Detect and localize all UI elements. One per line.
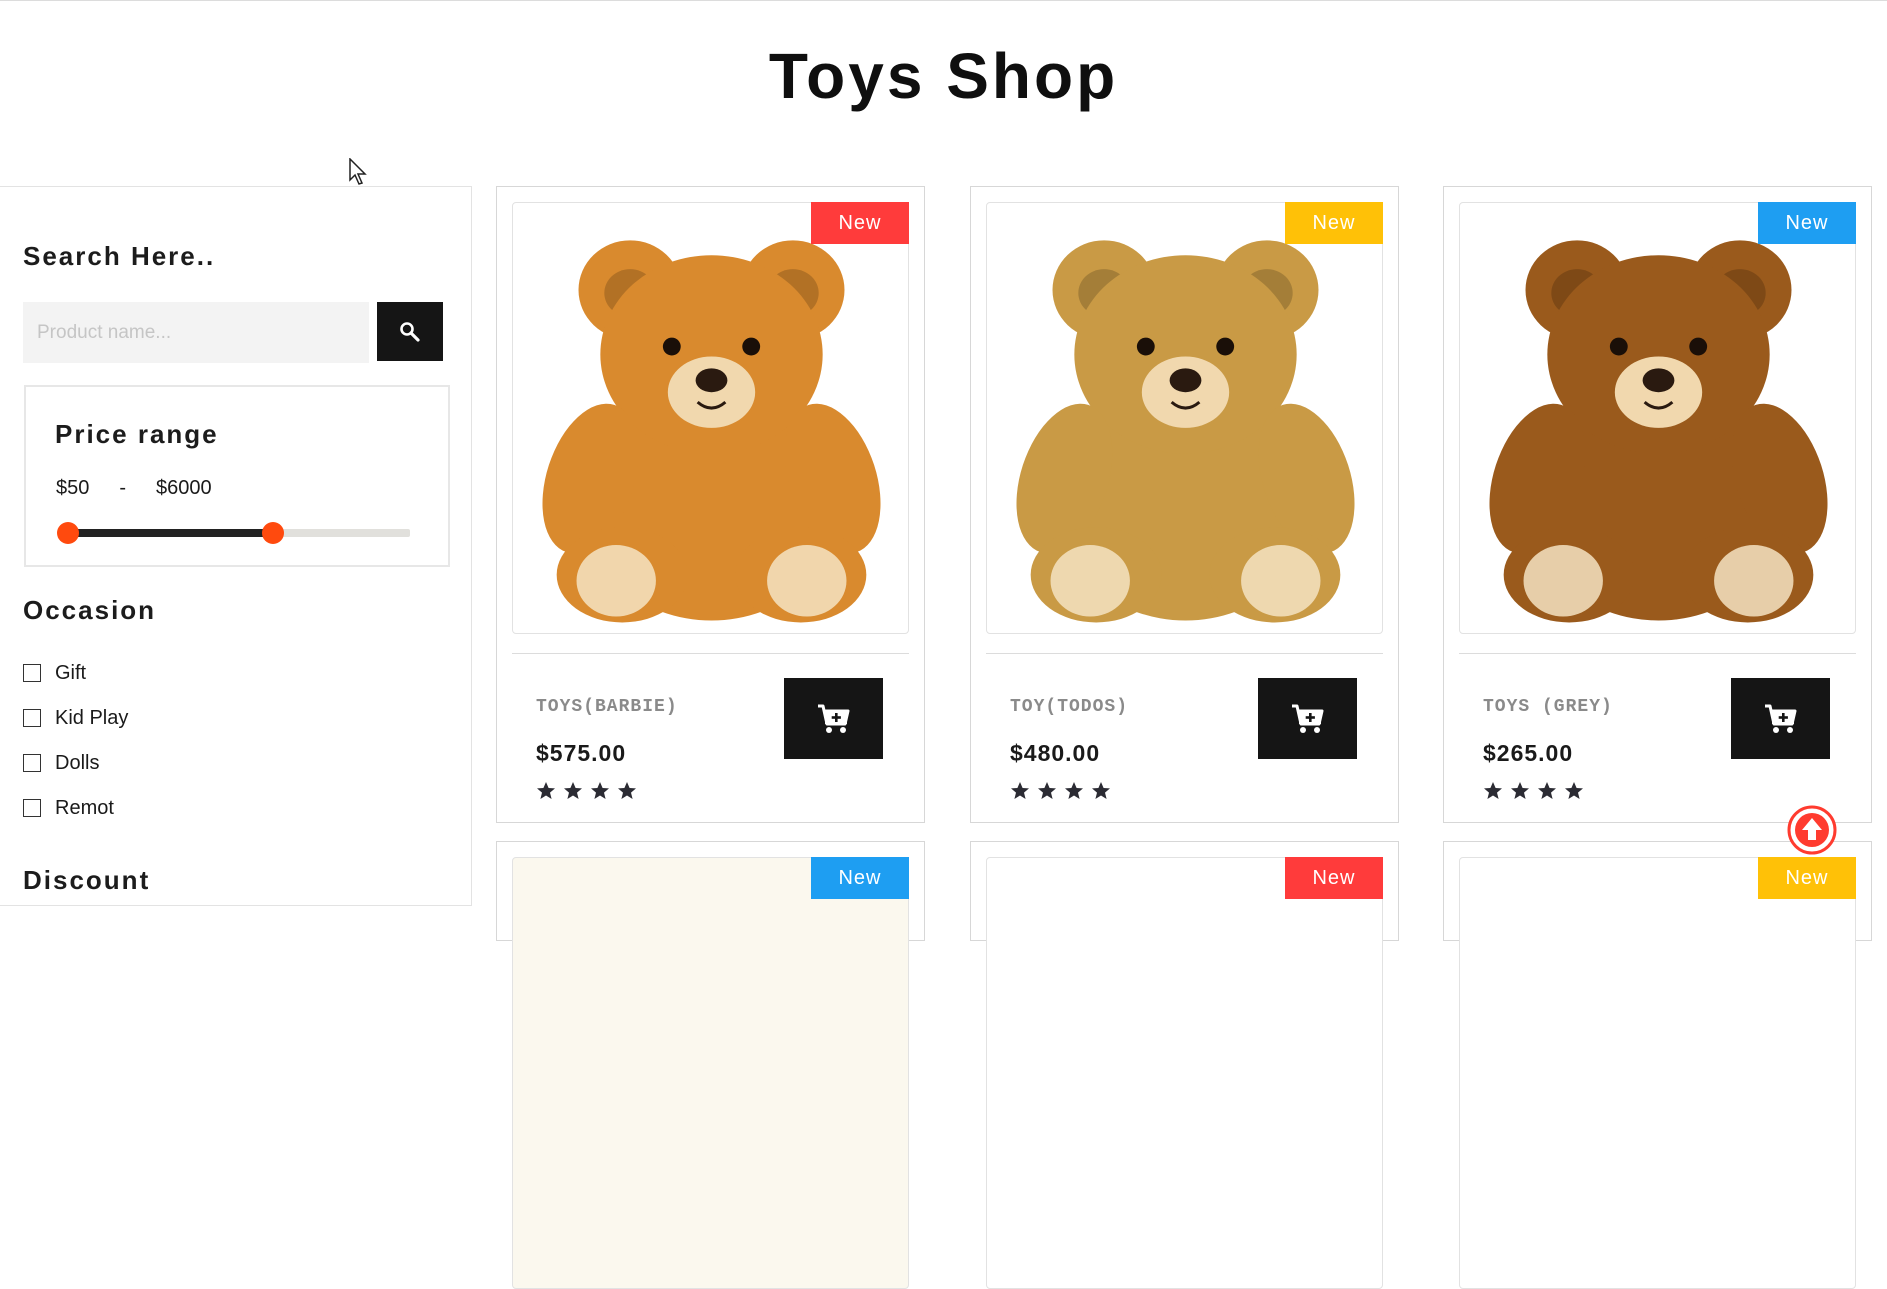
star-icon (1537, 781, 1557, 801)
occasion-option-gift[interactable]: Gift (23, 658, 86, 688)
card-divider (1459, 653, 1856, 654)
product-price: $265.00 (1483, 740, 1574, 766)
star-icon (536, 781, 556, 801)
star-icon (1564, 781, 1584, 801)
card-divider (512, 653, 909, 654)
occasion-option-dolls[interactable]: Dolls (23, 748, 99, 778)
star-icon (617, 781, 637, 801)
add-to-cart-icon (816, 703, 852, 735)
discount-heading: Discount (23, 865, 151, 895)
product-rating (1010, 781, 1111, 801)
new-badge: New (1758, 857, 1856, 899)
product-rating (536, 781, 637, 801)
teddy-bear-image (513, 203, 909, 634)
search-input[interactable] (23, 302, 369, 363)
search-button[interactable] (377, 302, 443, 361)
new-badge: New (811, 202, 909, 244)
add-to-cart-button[interactable] (1258, 678, 1357, 759)
product-rating (1483, 781, 1584, 801)
star-icon (1037, 781, 1057, 801)
price-slider-track[interactable] (57, 522, 410, 544)
teddy-bear-image (1460, 203, 1856, 634)
checkbox[interactable] (23, 799, 41, 817)
occasion-label: Kid Play (55, 706, 129, 729)
product-price: $480.00 (1010, 740, 1101, 766)
top-divider (0, 0, 1887, 1)
product-image[interactable] (1459, 202, 1856, 634)
mouse-cursor-icon (349, 158, 367, 185)
product-image[interactable] (986, 857, 1383, 1289)
price-range-panel: Price range $50 - $6000 (24, 385, 450, 567)
occasion-label: Remot (55, 796, 114, 819)
add-to-cart-icon (1290, 703, 1326, 735)
star-icon (1091, 781, 1111, 801)
star-icon (590, 781, 610, 801)
search-icon (400, 321, 420, 342)
teddy-bear-image (987, 203, 1383, 634)
product-card[interactable]: New (496, 841, 925, 1289)
checkbox[interactable] (23, 664, 41, 682)
price-slider-min-handle[interactable] (57, 522, 79, 544)
card-divider (986, 653, 1383, 654)
product-image[interactable] (1459, 857, 1856, 1289)
price-range-heading: Price range (55, 419, 219, 449)
price-slider-fill (68, 529, 274, 537)
occasion-option-kid-play[interactable]: Kid Play (23, 703, 128, 733)
product-card[interactable]: New (1443, 841, 1872, 1289)
occasion-option-remot[interactable]: Remot (23, 793, 114, 823)
price-separator: - (119, 477, 127, 499)
filter-sidebar: Search Here.. Price range $50 - $6000 Occa… (0, 186, 472, 906)
search-heading: Search Here.. (23, 241, 216, 271)
product-name[interactable]: TOYS (GREY) (1483, 697, 1613, 717)
price-max: $6000 (156, 477, 212, 499)
product-image[interactable] (512, 202, 909, 634)
star-icon (1510, 781, 1530, 801)
star-icon (1064, 781, 1084, 801)
add-to-cart-button[interactable] (784, 678, 883, 759)
arrow-up-circle-icon (1787, 805, 1837, 855)
page-title: Toys Shop (768, 40, 1119, 112)
occasion-label: Dolls (55, 751, 100, 774)
product-card[interactable]: New TOY(TODOS) $480.00 (970, 186, 1399, 823)
star-icon (563, 781, 583, 801)
occasion-heading: Occasion (23, 595, 157, 625)
price-slider-max-handle[interactable] (262, 522, 285, 544)
product-card[interactable]: New TOYS (GREY) $265.00 (1443, 186, 1872, 823)
new-badge: New (1758, 202, 1856, 244)
add-to-cart-button[interactable] (1731, 678, 1830, 759)
occasion-label: Gift (55, 661, 87, 684)
product-card[interactable]: New (970, 841, 1399, 1289)
price-range-values: $50 - $6000 (56, 477, 212, 500)
product-image[interactable] (986, 202, 1383, 634)
product-name[interactable]: TOYS(BARBIE) (536, 697, 678, 717)
product-price: $575.00 (536, 740, 627, 766)
add-to-cart-icon (1763, 703, 1799, 735)
price-min: $50 (56, 477, 90, 499)
checkbox[interactable] (23, 754, 41, 772)
checkbox[interactable] (23, 709, 41, 727)
product-name[interactable]: TOY(TODOS) (1010, 697, 1128, 717)
scroll-to-top-button[interactable] (1787, 805, 1837, 855)
star-icon (1010, 781, 1030, 801)
new-badge: New (1285, 202, 1383, 244)
new-badge: New (1285, 857, 1383, 899)
new-badge: New (811, 857, 909, 899)
product-image[interactable] (512, 857, 909, 1289)
star-icon (1483, 781, 1503, 801)
product-card[interactable]: New TOYS(BARBIE) $575.00 (496, 186, 925, 823)
